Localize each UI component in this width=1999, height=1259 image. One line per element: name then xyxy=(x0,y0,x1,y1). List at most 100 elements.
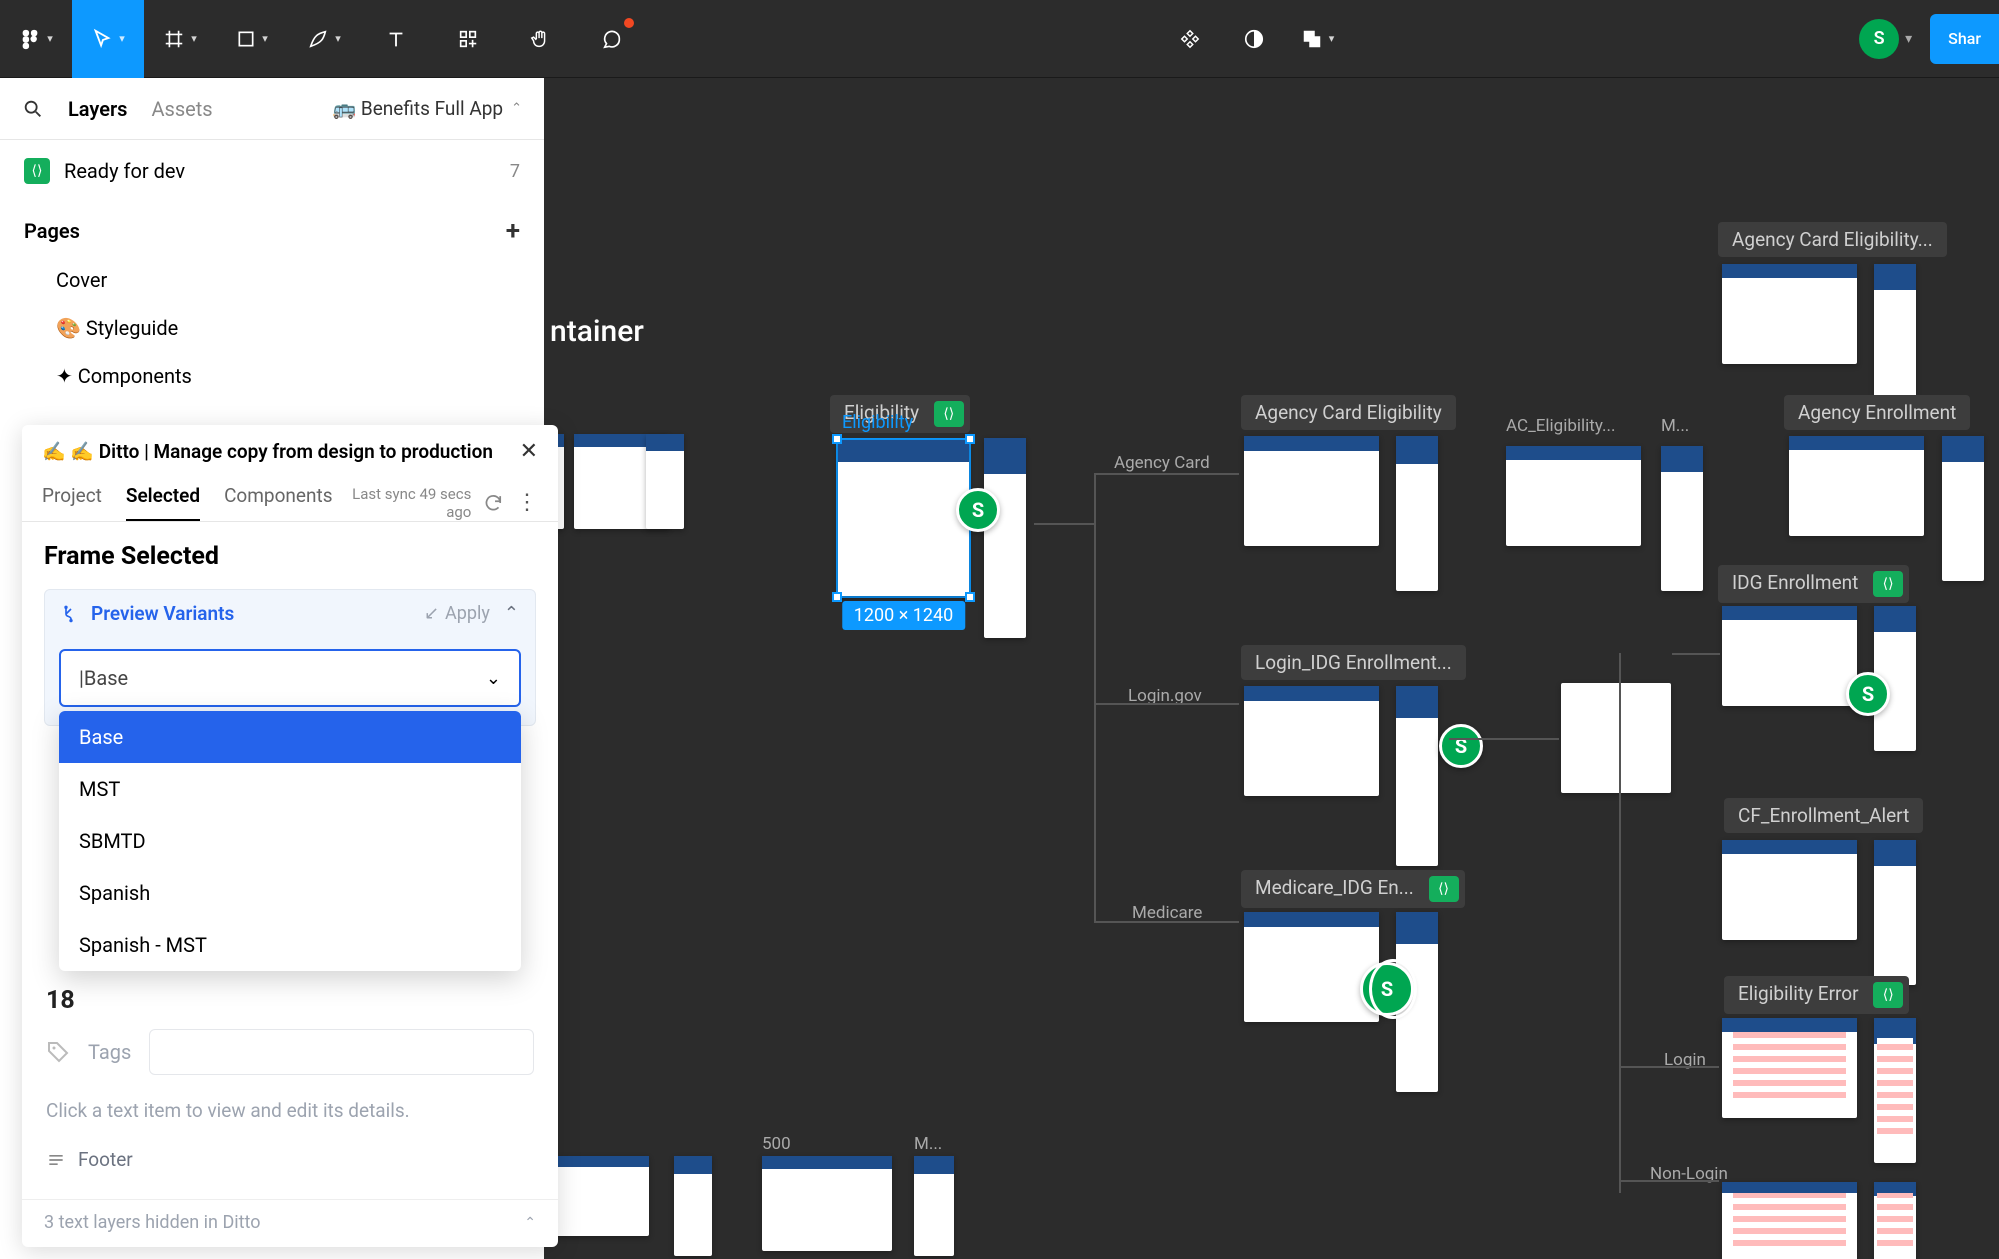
frame-label-login-idg[interactable]: Login_IDG Enrollment... xyxy=(1241,645,1466,680)
mini-frame[interactable] xyxy=(1661,446,1703,591)
mini-frame[interactable] xyxy=(984,438,1026,638)
shape-tool[interactable]: ▾ xyxy=(216,0,288,78)
ditto-tabs-row: Project Selected Components Last sync 49… xyxy=(22,478,558,522)
dev-chip-icon: ⟨⟩ xyxy=(1873,571,1903,597)
variant-option-base[interactable]: Base xyxy=(59,711,521,763)
mini-frame[interactable] xyxy=(1874,264,1916,409)
collaborator-avatar[interactable]: S xyxy=(956,488,1000,532)
mini-frame[interactable] xyxy=(1789,436,1924,536)
branch-icon xyxy=(61,604,81,624)
page-item-cover[interactable]: Cover xyxy=(0,256,544,304)
refresh-icon[interactable] xyxy=(483,492,504,514)
contrast-icon xyxy=(1243,28,1265,50)
figma-menu-button[interactable]: ▾ xyxy=(0,0,72,78)
chevron-down-icon: ▾ xyxy=(1905,31,1912,47)
chevron-down-icon: ⌄ xyxy=(486,668,501,689)
frame-label-agency-card-elig[interactable]: Agency Card Eligibility xyxy=(1241,395,1456,430)
frame-label-500[interactable]: 500 xyxy=(762,1134,791,1154)
mini-frame[interactable] xyxy=(1396,686,1438,866)
mini-frame[interactable] xyxy=(1506,446,1641,546)
mini-frame[interactable] xyxy=(1874,1182,1916,1259)
mini-frame[interactable] xyxy=(1396,436,1438,591)
more-menu-button[interactable]: ⋮ xyxy=(516,490,538,515)
mini-frame xyxy=(838,440,969,596)
mini-frame[interactable] xyxy=(1874,1018,1916,1163)
frame-label-eligibility-error[interactable]: Eligibility Error ⟨⟩ xyxy=(1724,976,1909,1014)
mini-frame[interactable] xyxy=(1942,436,1984,581)
variant-option-sbmtd[interactable]: SBMTD xyxy=(59,815,521,867)
mini-frame[interactable] xyxy=(674,1156,712,1256)
pen-icon xyxy=(307,28,329,50)
tab-layers[interactable]: Layers xyxy=(68,97,127,121)
mini-frame[interactable] xyxy=(1244,686,1379,796)
mini-frame[interactable] xyxy=(1244,912,1379,1022)
mini-frame[interactable] xyxy=(1722,264,1857,364)
variant-option-mst[interactable]: MST xyxy=(59,763,521,815)
hand-tool[interactable] xyxy=(504,0,576,78)
frame-label-ac-elig[interactable]: AC_Eligibility... xyxy=(1506,416,1615,436)
frame-label-medicare-idg[interactable]: Medicare_IDG En... ⟨⟩ xyxy=(1241,870,1465,908)
variant-option-spanish-mst[interactable]: Spanish - MST xyxy=(59,919,521,971)
mini-frame[interactable] xyxy=(762,1156,892,1251)
add-page-button[interactable]: + xyxy=(506,216,520,246)
frame-title-container: ntainer xyxy=(550,314,644,349)
frame-label-m2[interactable]: M... xyxy=(914,1134,942,1154)
dev-mode-toggle[interactable] xyxy=(1234,19,1274,59)
variant-option-spanish[interactable]: Spanish xyxy=(59,867,521,919)
user-avatar-menu[interactable]: S ▾ xyxy=(1859,19,1912,59)
variant-select[interactable]: |Base ⌄ xyxy=(59,649,521,707)
components-overview[interactable] xyxy=(1170,19,1210,59)
close-button[interactable]: ✕ xyxy=(520,439,538,464)
tab-selected[interactable]: Selected xyxy=(126,484,200,521)
page-item-components[interactable]: ✦ Components xyxy=(0,352,544,400)
frame-tool[interactable]: ▾ xyxy=(144,0,216,78)
apply-button[interactable]: ↙ Apply xyxy=(424,603,490,624)
frame-label-agency-card-elig-top[interactable]: Agency Card Eligibility... xyxy=(1718,222,1947,257)
search-icon[interactable] xyxy=(22,98,44,120)
selected-frame-eligibility[interactable]: Eligibiilty 1200 × 1240 xyxy=(836,438,971,598)
mini-frame[interactable] xyxy=(1244,436,1379,546)
mini-frame[interactable] xyxy=(1722,1182,1857,1259)
file-name: 🚌 Benefits Full App xyxy=(333,97,504,120)
mini-frame[interactable] xyxy=(554,1156,649,1236)
hidden-layers-bar[interactable]: 3 text layers hidden in Ditto ⌃ xyxy=(22,1199,558,1247)
canvas[interactable]: ntainer Eligibility ⟨⟩ Eligibiilty 1200 … xyxy=(544,78,1999,1259)
frame-label-agency-enrollment[interactable]: Agency Enrollment xyxy=(1784,395,1970,430)
dev-chip-icon: ⟨⟩ xyxy=(1873,982,1903,1008)
collaborator-avatar[interactable]: S xyxy=(1846,672,1890,716)
page-item-styleguide[interactable]: 🎨 Styleguide xyxy=(0,304,544,352)
comment-tool[interactable] xyxy=(576,0,648,78)
ready-for-dev-row[interactable]: ⟨⟩ Ready for dev 7 xyxy=(0,140,544,202)
frame-label-idg-enrollment[interactable]: IDG Enrollment ⟨⟩ xyxy=(1718,565,1909,603)
left-panel-header: Layers Assets 🚌 Benefits Full App ⌃ xyxy=(0,78,544,140)
mini-frame[interactable] xyxy=(914,1156,954,1256)
frame-label-m[interactable]: M... xyxy=(1661,416,1689,436)
sync-text: Last sync 49 secs ago xyxy=(333,485,472,521)
tags-input[interactable] xyxy=(149,1029,534,1075)
multiplayer-tool[interactable]: ▾ xyxy=(1298,19,1338,59)
share-button[interactable]: Shar xyxy=(1930,14,1999,64)
resources-tool[interactable] xyxy=(432,0,504,78)
mini-frame[interactable] xyxy=(1722,840,1857,940)
tab-assets[interactable]: Assets xyxy=(151,97,212,121)
mini-frame[interactable] xyxy=(646,434,684,529)
mini-frame[interactable] xyxy=(1874,840,1916,985)
tab-components[interactable]: Components xyxy=(224,484,332,521)
text-tool[interactable] xyxy=(360,0,432,78)
move-tool[interactable]: ▾ xyxy=(72,0,144,78)
mini-frame-blank[interactable] xyxy=(1561,683,1671,793)
collaborator-avatar[interactable]: S xyxy=(1439,724,1483,768)
chevron-down-icon: ▾ xyxy=(47,32,53,45)
frame-label-cf-enrollment[interactable]: CF_Enrollment_Alert xyxy=(1724,798,1923,833)
ditto-body: Frame Selected Preview Variants ↙ Apply … xyxy=(22,522,558,1199)
preview-variants-header[interactable]: Preview Variants ↙ Apply ⌃ xyxy=(45,590,535,637)
chevron-down-icon: ▾ xyxy=(262,32,268,45)
collaborator-avatar-stack[interactable]: S xyxy=(1360,962,1414,1016)
item-count-partial: 18 xyxy=(44,986,536,1015)
pen-tool[interactable]: ▾ xyxy=(288,0,360,78)
footer-text-item[interactable]: Footer xyxy=(44,1140,536,1179)
tab-project[interactable]: Project xyxy=(42,484,102,521)
page-selector[interactable]: 🚌 Benefits Full App ⌃ xyxy=(333,97,522,120)
mini-frame[interactable] xyxy=(1722,1018,1857,1118)
mini-frame[interactable] xyxy=(1722,606,1857,706)
